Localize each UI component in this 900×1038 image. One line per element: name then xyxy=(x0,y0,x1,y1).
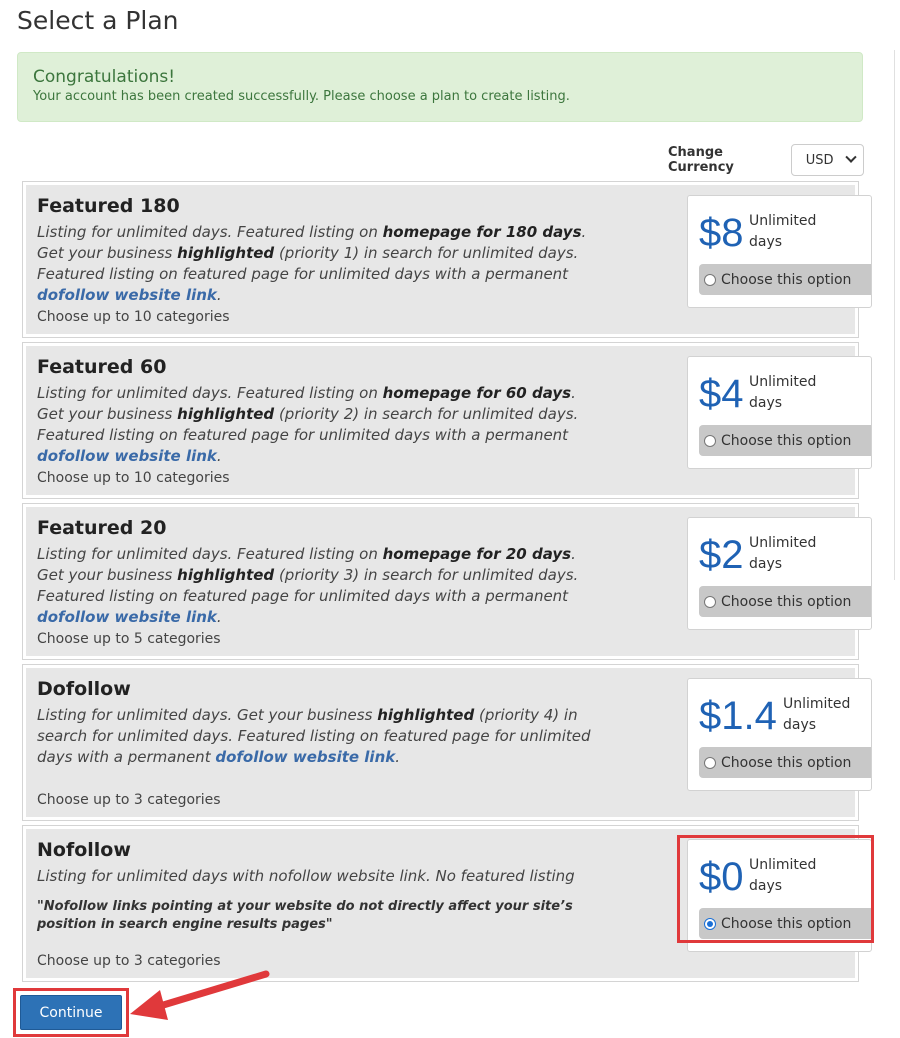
alert-title: Congratulations! xyxy=(33,67,176,87)
plan-card: Featured 60 Listing for unlimited days. … xyxy=(22,342,872,499)
plan-price: $1.4 xyxy=(699,694,777,738)
plan-quote: "Nofollow links pointing at your website… xyxy=(37,899,573,932)
price-box: $1.4 Unlimited days Choose this option xyxy=(687,678,872,791)
plan-description: Listing for unlimited days. Featured lis… xyxy=(37,384,579,465)
plan-name: Dofollow xyxy=(37,678,131,700)
plan-price: $0 xyxy=(699,855,744,899)
price-unit: Unlimited days xyxy=(749,535,817,572)
radio-icon[interactable] xyxy=(704,434,716,447)
arrow-icon xyxy=(130,970,270,1020)
dofollow-link[interactable]: dofollow website link xyxy=(37,608,217,626)
price-box: $4 Unlimited days Choose this option xyxy=(687,356,872,469)
plan-name: Featured 60 xyxy=(37,356,167,378)
plan-categories: Choose up to 5 categories xyxy=(37,631,221,647)
choose-option-label: Choose this option xyxy=(721,593,852,610)
plan-price: $2 xyxy=(699,533,744,577)
radio-icon[interactable] xyxy=(704,756,716,769)
choose-option-radio[interactable]: Choose this option xyxy=(699,747,871,778)
plan-card: Featured 20 Listing for unlimited days. … xyxy=(22,503,872,660)
plan-description: Listing for unlimited days with nofollow… xyxy=(37,867,575,885)
continue-highlight: Continue xyxy=(13,988,129,1037)
plan-description: Listing for unlimited days. Featured lis… xyxy=(37,223,587,304)
choose-option-radio[interactable]: Choose this option xyxy=(699,586,871,617)
choose-option-radio[interactable]: Choose this option xyxy=(699,425,871,456)
plan-price: $8 xyxy=(699,211,744,255)
price-box: $8 Unlimited days Choose this option xyxy=(687,195,872,308)
currency-selector: Change Currency USD xyxy=(668,143,864,177)
radio-icon[interactable] xyxy=(704,595,716,608)
price-unit: Unlimited days xyxy=(749,213,817,250)
plan-categories: Choose up to 3 categories xyxy=(37,792,221,808)
choose-option-label: Choose this option xyxy=(721,432,852,449)
price-unit: Unlimited days xyxy=(783,696,851,733)
scrollbar-track xyxy=(894,50,895,580)
plan-description: Listing for unlimited days. Featured lis… xyxy=(37,545,579,626)
currency-value: USD xyxy=(805,152,834,168)
chevron-down-icon xyxy=(845,151,857,163)
plan-description: Listing for unlimited days. Get your bus… xyxy=(37,706,591,766)
plan-categories: Choose up to 10 categories xyxy=(37,309,230,325)
price-box: $2 Unlimited days Choose this option xyxy=(687,517,872,630)
currency-label: Change Currency xyxy=(668,145,734,175)
plan-name: Featured 180 xyxy=(37,195,180,217)
price-unit: Unlimited days xyxy=(749,374,817,411)
choose-option-label: Choose this option xyxy=(721,915,852,932)
currency-select[interactable]: USD xyxy=(790,144,864,176)
dofollow-link[interactable]: dofollow website link xyxy=(37,447,217,465)
price-unit: Unlimited days xyxy=(749,857,817,894)
plan-card: Featured 180 Listing for unlimited days.… xyxy=(22,181,872,338)
price-box: $0 Unlimited days Choose this option xyxy=(687,839,872,952)
dofollow-link[interactable]: dofollow website link xyxy=(215,748,395,766)
alert-text: Your account has been created successful… xyxy=(33,89,570,104)
choose-option-radio[interactable]: Choose this option xyxy=(699,264,871,295)
plan-price: $4 xyxy=(699,372,744,416)
plan-name: Featured 20 xyxy=(37,517,167,539)
radio-checked-icon[interactable] xyxy=(704,917,716,930)
plan-card: Nofollow Listing for unlimited days with… xyxy=(22,825,872,982)
success-alert: Congratulations! Your account has been c… xyxy=(17,52,863,122)
plan-name: Nofollow xyxy=(37,839,131,861)
choose-option-label: Choose this option xyxy=(721,271,852,288)
plan-categories: Choose up to 10 categories xyxy=(37,470,230,486)
choose-option-label: Choose this option xyxy=(721,754,852,771)
page-title: Select a Plan xyxy=(17,6,179,35)
continue-button[interactable]: Continue xyxy=(20,995,122,1030)
choose-option-radio[interactable]: Choose this option xyxy=(699,908,871,939)
dofollow-link[interactable]: dofollow website link xyxy=(37,286,217,304)
radio-icon[interactable] xyxy=(704,273,716,286)
plan-card: Dofollow Listing for unlimited days. Get… xyxy=(22,664,872,821)
